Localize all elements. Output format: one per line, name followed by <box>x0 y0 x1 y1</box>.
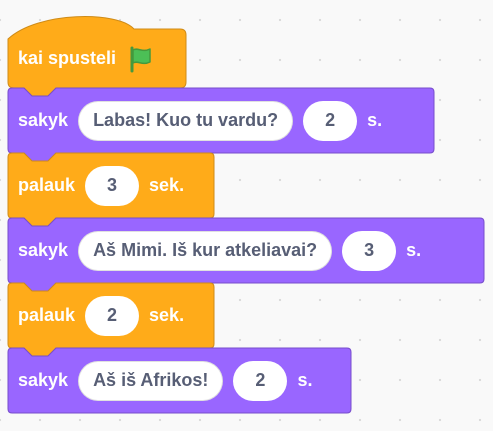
unit-label: s. <box>297 370 313 390</box>
wait-label: palauk <box>18 305 76 325</box>
wait-label: palauk <box>18 175 76 195</box>
seconds-input[interactable]: 2 <box>85 295 140 336</box>
say-for-secs-block[interactable]: sakyk Aš Mimi. Iš kur atkeliavai? 3 s. <box>7 217 485 292</box>
message-input[interactable]: Aš Mimi. Iš kur atkeliavai? <box>78 230 333 271</box>
seconds-input[interactable]: 2 <box>233 360 288 401</box>
say-label: sakyk <box>18 110 69 130</box>
say-for-secs-block[interactable]: sakyk Aš iš Afrikos! 2 s. <box>7 347 352 414</box>
unit-label: sek. <box>149 305 185 325</box>
message-input[interactable]: Aš iš Afrikos! <box>78 360 224 401</box>
say-label: sakyk <box>18 240 69 260</box>
message-input[interactable]: Labas! Kuo tu vardu? <box>78 100 294 141</box>
unit-label: sek. <box>149 175 185 195</box>
hat-label: kai spusteli <box>18 48 117 68</box>
wait-block[interactable]: palauk 2 sek. <box>7 282 215 357</box>
unit-label: s. <box>367 110 383 130</box>
wait-block[interactable]: palauk 3 sek. <box>7 152 215 227</box>
when-flag-clicked-block[interactable]: kai spusteli <box>7 16 187 97</box>
say-label: sakyk <box>18 370 69 390</box>
seconds-input[interactable]: 3 <box>85 165 140 206</box>
code-script: kai spusteli sakyk Labas! Kuo tu vardu? … <box>0 0 493 431</box>
seconds-input[interactable]: 3 <box>342 230 397 271</box>
say-for-secs-block[interactable]: sakyk Labas! Kuo tu vardu? 2 s. <box>7 87 435 162</box>
green-flag-icon <box>130 46 151 72</box>
unit-label: s. <box>406 240 422 260</box>
seconds-input[interactable]: 2 <box>303 100 358 141</box>
